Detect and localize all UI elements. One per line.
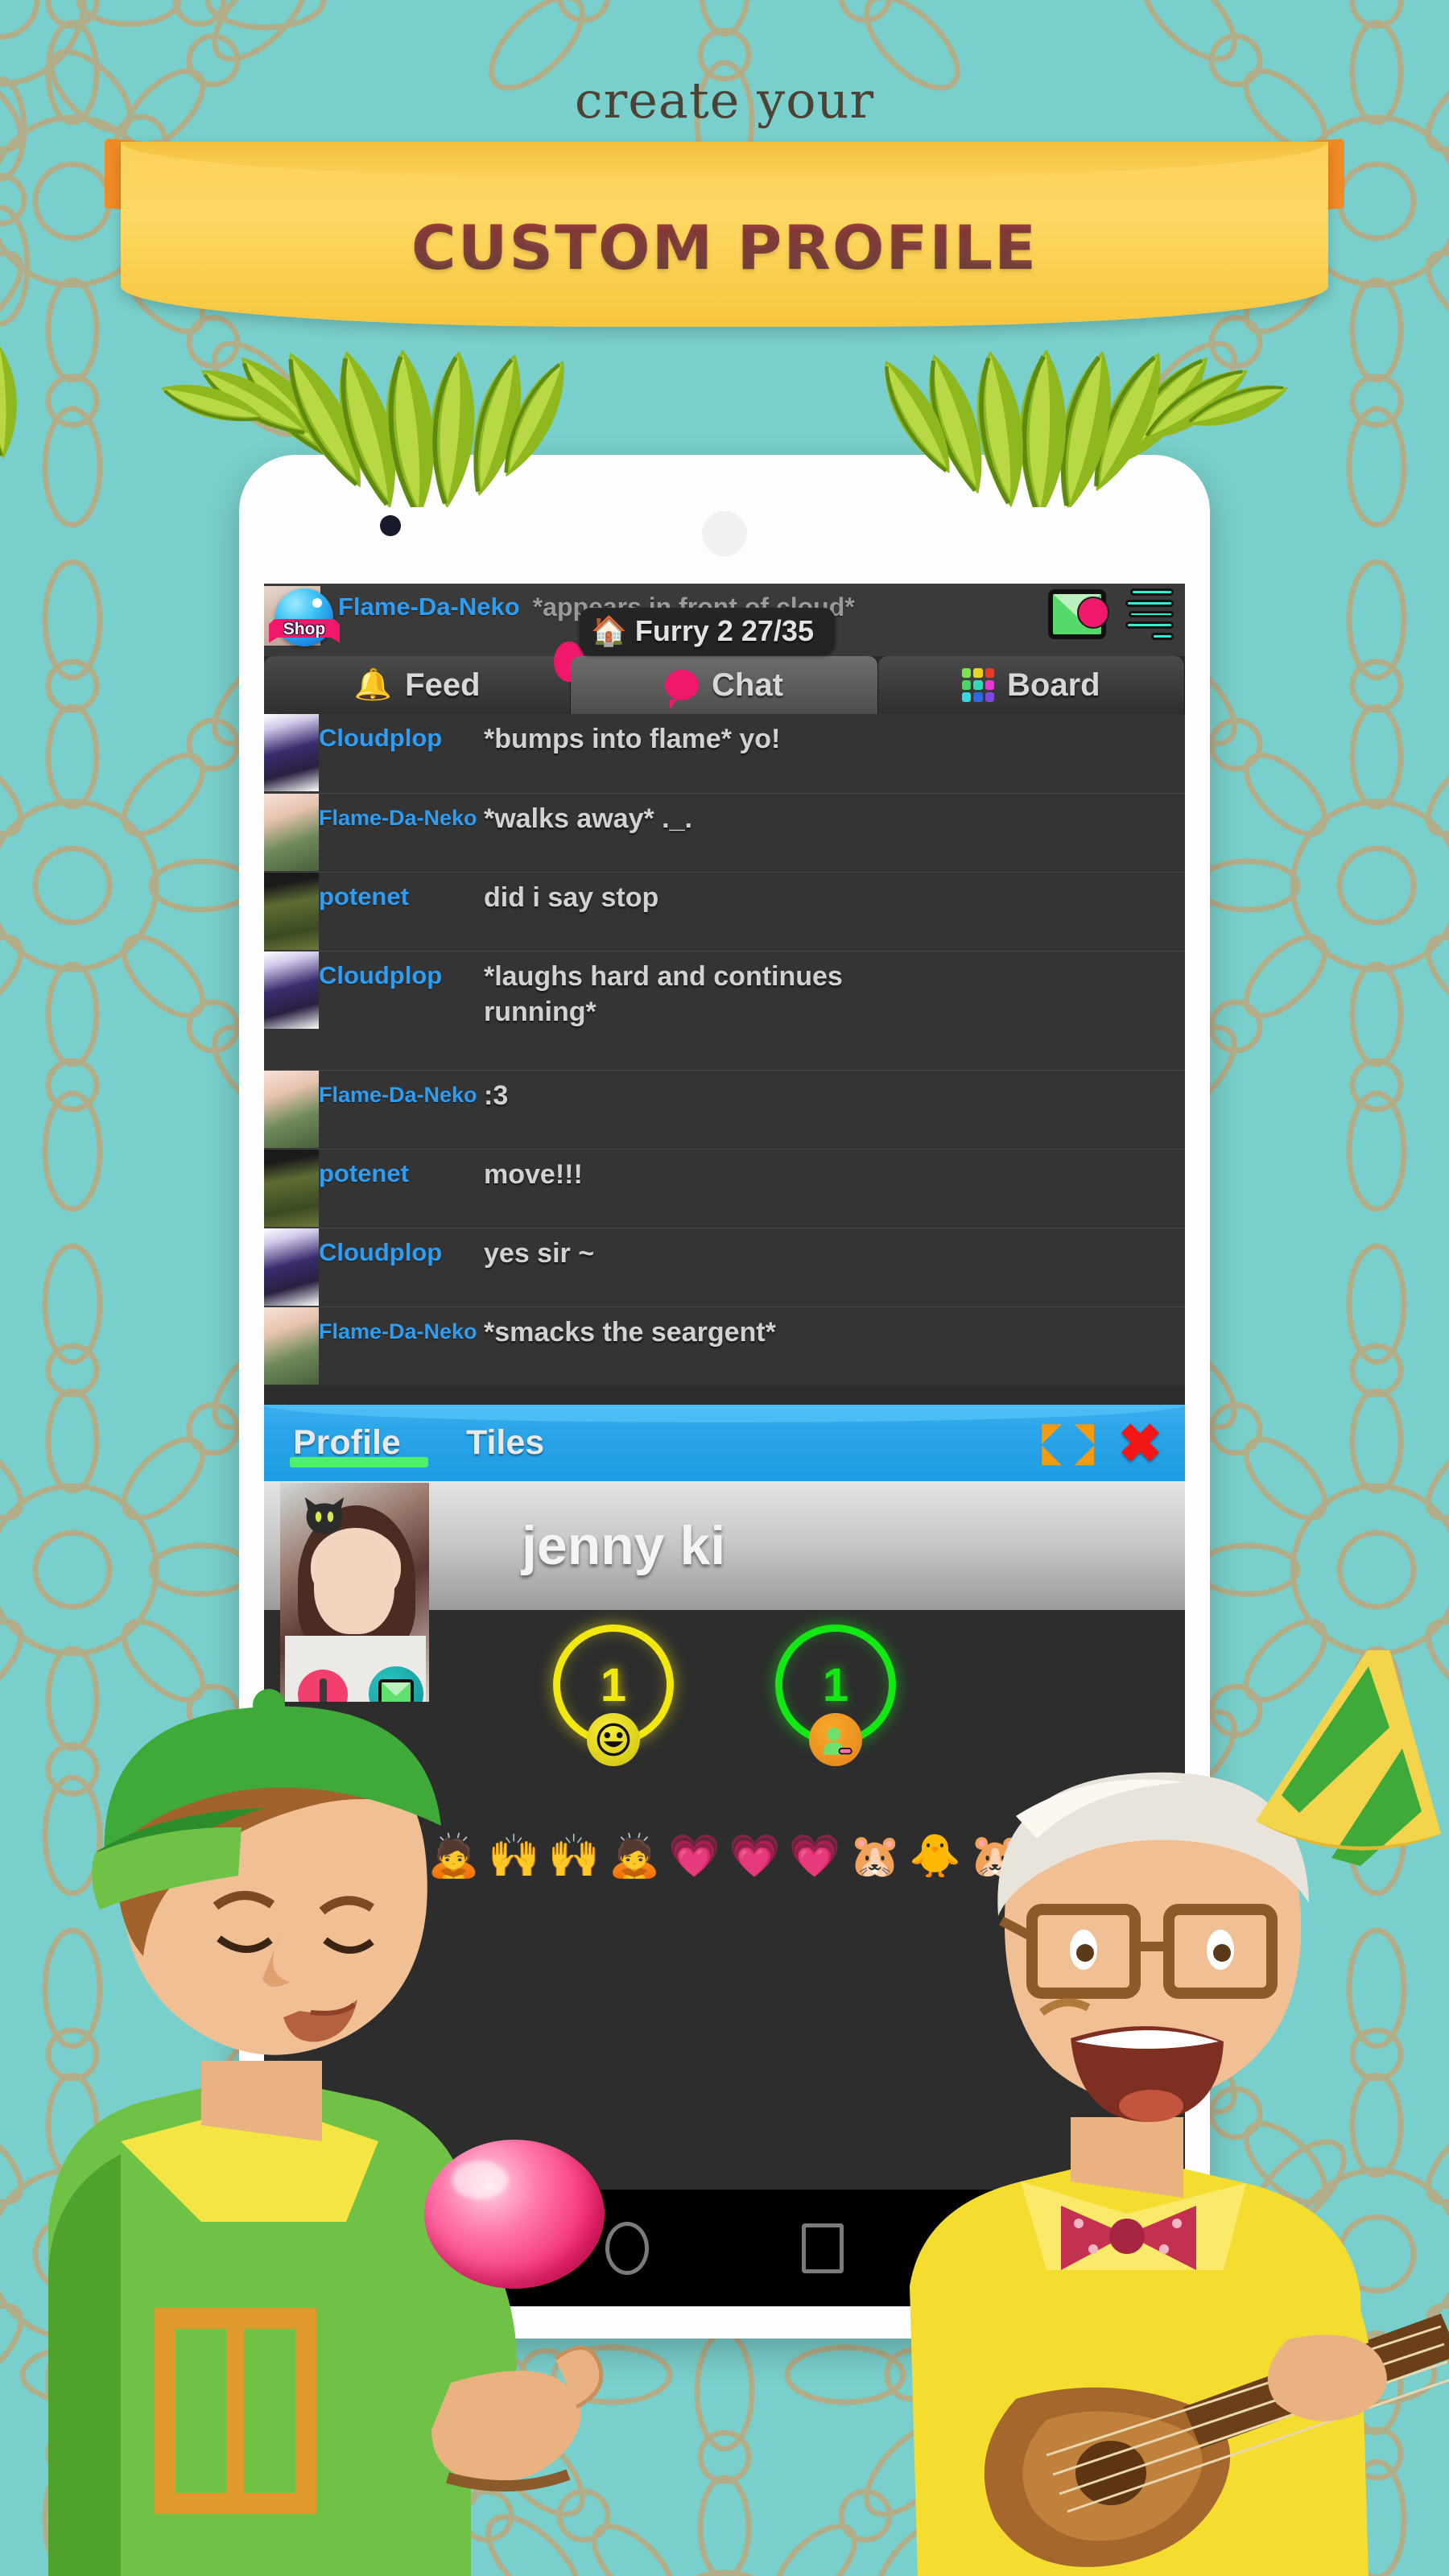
table-row[interactable]: potenet did i say stop: [264, 872, 1185, 951]
expand-icon[interactable]: ◤ ◥ ◣ ◢: [1042, 1418, 1094, 1468]
room-title-pill[interactable]: 🏠 Furry 2 27/35: [580, 608, 835, 654]
message-text: *bumps into flame* yo!: [484, 724, 781, 754]
profile-panel: Profile Tiles ◤ ◥ ◣ ◢ ✖ jenny ki 1 1 🙇 🙌…: [264, 1405, 1185, 2190]
profile-body: 1 1 🙇 🙌 🙌 🙇 💗 💗 💗 🐹 🐥 🐹: [264, 1483, 1185, 2190]
promo-banner-title: CUSTOM PROFILE: [411, 211, 1038, 283]
home-nav-button[interactable]: [605, 2221, 649, 2275]
avatar: [264, 1150, 319, 1227]
messages-envelope-icon[interactable]: [1048, 589, 1109, 639]
profile-emoji-row: 🙇 🙌 🙌 🙇 💗 💗 💗 🐹 🐥 🐹: [264, 1835, 1185, 1877]
emoji-bow: 🙇: [608, 1833, 661, 1880]
page-title: jenny ki: [522, 1515, 726, 1576]
smiley-icon: [587, 1713, 640, 1766]
emoji-heart: 💗: [729, 1833, 781, 1880]
avatar: [264, 1228, 319, 1306]
shop-label: Shop: [283, 620, 326, 638]
emoji-raise-hands: 🙌: [547, 1833, 601, 1880]
profile-bar-actions: ◤ ◥ ◣ ◢ ✖: [1042, 1417, 1185, 1470]
promo-headline: create your: [574, 71, 875, 130]
bubblegum-bubble: [424, 2140, 605, 2289]
message-text: *smacks the seargent*: [484, 1317, 776, 1348]
cat-sticker-icon: [304, 1496, 345, 1534]
emoji-chick: 🐥: [909, 1833, 961, 1880]
message-username[interactable]: Cloudplop: [319, 714, 484, 793]
message-text: move!!!: [484, 1159, 583, 1190]
level-badge-friends[interactable]: 1: [775, 1624, 896, 1766]
table-row[interactable]: Flame-Da-Neko *smacks the seargent*: [264, 1307, 1185, 1385]
avatar-face: [314, 1533, 394, 1634]
tab-feed-label: Feed: [405, 667, 481, 703]
close-icon[interactable]: ✖: [1118, 1417, 1162, 1470]
emoji-raise-hands: 🙌: [488, 1833, 540, 1880]
message-text: *walks away* ._.: [484, 803, 692, 834]
message-username[interactable]: potenet: [319, 873, 484, 951]
profile-tab-bar: Profile Tiles ◤ ◥ ◣ ◢ ✖: [264, 1405, 1185, 1481]
tab-chat-label: Chat: [712, 667, 783, 703]
room-label: Furry 2 27/35: [634, 614, 814, 647]
avatar: [264, 873, 319, 950]
message-text: yes sir ~: [484, 1238, 595, 1269]
header-icon-group: [1048, 588, 1174, 640]
bell-icon: 🔔: [353, 668, 393, 702]
table-row[interactable]: Flame-Da-Neko *walks away* ._.: [264, 793, 1185, 872]
recents-nav-button[interactable]: [802, 2223, 844, 2273]
shop-orb-icon: [275, 588, 333, 646]
tab-board-label: Board: [1007, 667, 1100, 703]
shop-button[interactable]: Shop: [264, 584, 340, 661]
unread-badge-dot: [1077, 597, 1109, 629]
avatar[interactable]: [280, 1483, 429, 1702]
app-screen: Shop Flame-Da-Neko *appears in front of …: [264, 584, 1185, 2190]
earpiece-speaker: [702, 511, 747, 556]
tab-chat[interactable]: Chat: [571, 656, 878, 714]
chat-bubble-icon: [665, 670, 700, 709]
table-row[interactable]: Cloudplop yes sir ~: [264, 1228, 1185, 1307]
message-username[interactable]: potenet: [319, 1150, 484, 1228]
app-tab-bar: 🔔 Feed Chat Board: [264, 642, 1185, 714]
table-row[interactable]: potenet move!!!: [264, 1149, 1185, 1228]
promo-banner: CUSTOM PROFILE: [0, 121, 1449, 386]
message-username[interactable]: Flame-Da-Neko: [319, 1071, 484, 1149]
avatar: [264, 1071, 319, 1148]
emoji-hamster: 🐹: [969, 1833, 1022, 1880]
chat-message-list[interactable]: Cloudplop *bumps into flame* yo! Flame-D…: [264, 714, 1185, 1385]
grid-board-icon: [962, 668, 995, 702]
emoji-bow: 🙇: [427, 1833, 480, 1880]
app-header: Shop Flame-Da-Neko *appears in front of …: [264, 584, 1185, 656]
tab-profile-label: Profile: [293, 1423, 401, 1462]
level-badge-experience[interactable]: 1: [553, 1624, 674, 1766]
emoji-heart: 💗: [788, 1833, 841, 1880]
avatar: [264, 1307, 319, 1385]
table-row[interactable]: Cloudplop *laughs hard and continues run…: [264, 951, 1185, 1070]
message-username[interactable]: Flame-Da-Neko: [319, 794, 484, 872]
phone-navigation-bar: [264, 2190, 1185, 2306]
front-camera-icon: [380, 515, 401, 536]
message-username[interactable]: Cloudplop: [319, 952, 484, 1070]
message-username[interactable]: Cloudplop: [319, 1228, 484, 1307]
avatar: [264, 714, 319, 791]
message-username[interactable]: Flame-Da-Neko: [319, 1307, 484, 1385]
tab-tiles-label: Tiles: [466, 1423, 545, 1462]
ticker-username: Flame-Da-Neko: [338, 592, 520, 621]
message-text: did i say stop: [484, 882, 659, 913]
emoji-heart: 💗: [668, 1833, 720, 1880]
active-tab-underline: [290, 1457, 428, 1468]
emoji-hamster: 🐹: [848, 1833, 902, 1880]
menu-list-icon[interactable]: [1125, 588, 1174, 640]
ribbon-body: CUSTOM PROFILE: [121, 142, 1328, 327]
message-text: :3: [484, 1080, 509, 1111]
tab-board[interactable]: Board: [877, 656, 1185, 714]
tab-profile[interactable]: Profile: [264, 1423, 437, 1468]
phone-mockup: Shop Flame-Da-Neko *appears in front of …: [239, 455, 1210, 2339]
table-row[interactable]: Cloudplop *bumps into flame* yo!: [264, 714, 1185, 793]
tab-feed[interactable]: 🔔 Feed: [264, 642, 585, 714]
avatar: [264, 952, 319, 1029]
table-row[interactable]: Flame-Da-Neko :3: [264, 1070, 1185, 1149]
person-icon: [809, 1713, 862, 1766]
tab-tiles[interactable]: Tiles: [437, 1423, 610, 1463]
avatar: [264, 794, 319, 871]
message-text: *laughs hard and continues running*: [484, 961, 843, 1027]
house-icon: 🏠: [591, 614, 627, 647]
